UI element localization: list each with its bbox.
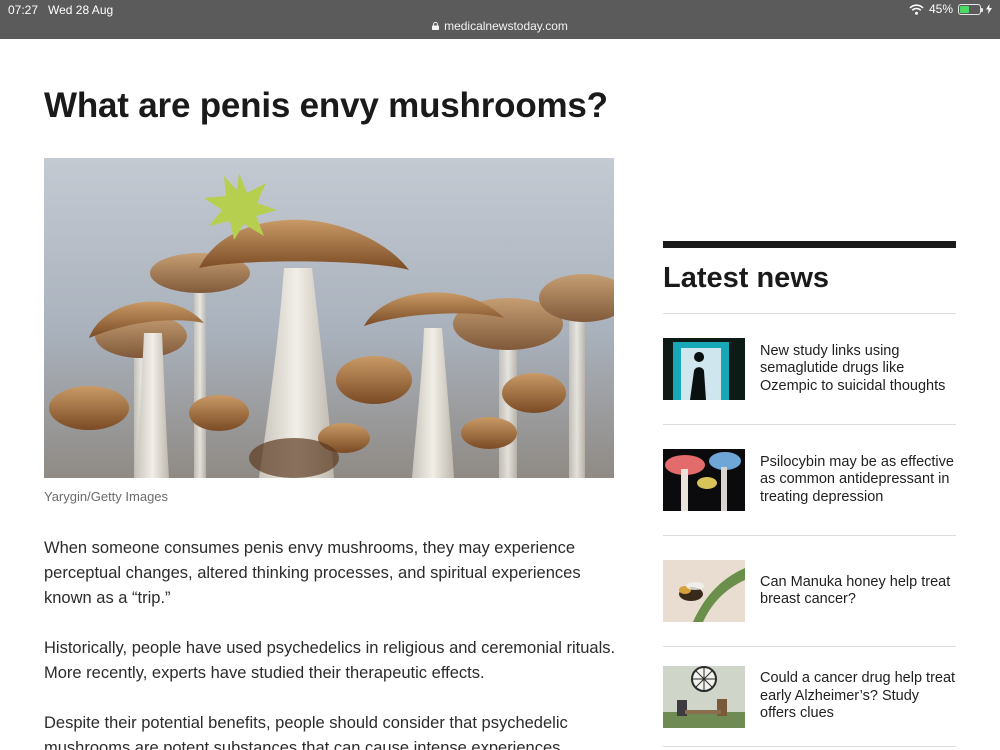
news-item[interactable]: Could a cancer drug help treat early Alz…	[663, 646, 956, 747]
news-item-label[interactable]: Psilocybin may be as effective as common…	[760, 454, 956, 507]
news-thumbnail[interactable]	[663, 560, 745, 622]
latest-news-list: New study links using semaglutide drugs …	[663, 313, 956, 747]
battery-fill	[960, 5, 969, 13]
status-date: Wed 28 Aug	[48, 3, 114, 17]
sidebar-rule	[663, 241, 956, 248]
news-thumbnail[interactable]	[663, 449, 745, 511]
news-item-label[interactable]: Could a cancer drug help treat early Alz…	[760, 670, 956, 723]
news-item[interactable]: New study links using semaglutide drugs …	[663, 313, 956, 424]
sidebar-title: Latest news	[663, 262, 829, 294]
battery-percent: 45%	[928, 2, 953, 16]
image-caption: Yarygin/Getty Images	[44, 489, 169, 504]
lock-icon	[432, 22, 440, 30]
address-bar[interactable]: medicalnewstoday.com	[0, 19, 1000, 33]
article-paragraph: Despite their potential benefits, people…	[44, 714, 568, 750]
news-item-label[interactable]: Can Manuka honey help treat breast cance…	[760, 574, 956, 609]
news-item[interactable]: Psilocybin may be as effective as common…	[663, 424, 956, 535]
news-item[interactable]: Can Manuka honey help treat breast cance…	[663, 535, 956, 646]
status-time: 07:27	[8, 3, 39, 17]
news-item-label[interactable]: New study links using semaglutide drugs …	[760, 343, 956, 396]
news-thumbnail[interactable]	[663, 338, 745, 400]
status-right: 45%	[909, 2, 992, 16]
news-thumbnail[interactable]	[663, 665, 745, 728]
status-bar: 07:27 Wed 28 Aug medicalnewstoday.com 45…	[0, 0, 1000, 39]
wifi-icon	[909, 3, 924, 15]
battery-icon	[958, 3, 983, 15]
article-paragraph: Historically, people have used psychedel…	[44, 639, 616, 682]
article-paragraph: When someone consumes penis envy mushroo…	[44, 539, 581, 607]
mushrooms-illustration	[44, 158, 614, 478]
charging-icon	[986, 4, 992, 14]
hero-image	[44, 158, 614, 478]
url-text: medicalnewstoday.com	[444, 19, 568, 33]
article-title: What are penis envy mushrooms?	[44, 86, 608, 125]
